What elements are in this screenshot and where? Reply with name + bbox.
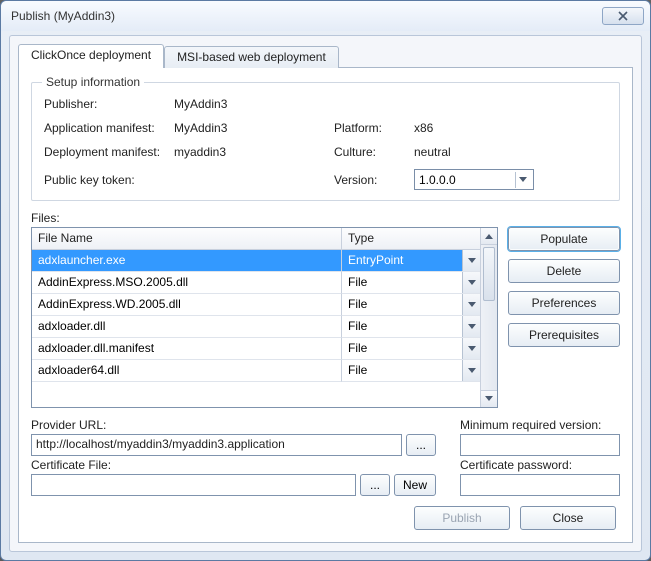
version-label: Version:: [334, 173, 414, 187]
titlebar: Publish (MyAddin3): [1, 1, 650, 31]
tabstrip: ClickOnce deployment MSI-based web deplo…: [18, 44, 633, 68]
provider-url-field: Provider URL: http://localhost/myaddin3/…: [31, 418, 436, 456]
files-table[interactable]: File Name Type adxlauncher.exeEntryPoint…: [31, 227, 498, 408]
file-type-value: File: [342, 272, 462, 293]
setup-information-group: Setup information Publisher: MyAddin3 Ap…: [31, 82, 620, 201]
window-title: Publish (MyAddin3): [11, 9, 602, 23]
certificate-password-label: Certificate password:: [460, 458, 620, 472]
table-row[interactable]: adxloader64.dllFile: [32, 360, 480, 382]
version-value: 1.0.0.0: [419, 173, 456, 187]
files-side-buttons: Populate Delete Preferences Prerequisite…: [508, 227, 620, 408]
tab-body: Setup information Publisher: MyAddin3 Ap…: [18, 67, 633, 543]
min-version-label: Minimum required version:: [460, 418, 620, 432]
depmanifest-label: Deployment manifest:: [44, 145, 174, 159]
chevron-down-icon[interactable]: [462, 338, 480, 359]
table-row[interactable]: adxloader.dllFile: [32, 316, 480, 338]
files-label: Files:: [31, 211, 620, 225]
populate-button[interactable]: Populate: [508, 227, 620, 251]
table-row[interactable]: adxloader.dll.manifestFile: [32, 338, 480, 360]
appmanifest-value: MyAddin3: [174, 121, 334, 135]
provider-url-browse-button[interactable]: ...: [406, 434, 436, 456]
publisher-label: Publisher:: [44, 97, 174, 111]
client-area: ClickOnce deployment MSI-based web deplo…: [9, 35, 642, 552]
tab-label: ClickOnce deployment: [31, 48, 151, 62]
file-type-cell[interactable]: File: [342, 272, 480, 294]
file-name-cell: adxloader.dll.manifest: [32, 338, 342, 360]
file-name-cell: adxloader.dll: [32, 316, 342, 338]
file-type-value: File: [342, 294, 462, 315]
publish-window: Publish (MyAddin3) ClickOnce deployment …: [0, 0, 651, 561]
file-type-value: File: [342, 316, 462, 337]
file-type-cell[interactable]: File: [342, 294, 480, 316]
provider-url-input[interactable]: http://localhost/myaddin3/myaddin3.appli…: [31, 434, 402, 456]
depmanifest-value: myaddin3: [174, 145, 334, 159]
file-type-cell[interactable]: File: [342, 338, 480, 360]
table-row[interactable]: adxlauncher.exeEntryPoint: [32, 250, 480, 272]
dialog-footer: Publish Close: [31, 496, 620, 532]
chevron-down-icon[interactable]: [462, 250, 480, 271]
pubkey-label: Public key token:: [44, 173, 174, 187]
scroll-down-button[interactable]: [481, 390, 497, 407]
publish-button[interactable]: Publish: [414, 506, 510, 530]
certificate-new-button[interactable]: New: [394, 474, 436, 496]
table-row[interactable]: AddinExpress.MSO.2005.dllFile: [32, 272, 480, 294]
certificate-password-field: Certificate password:: [460, 458, 620, 496]
file-type-cell[interactable]: File: [342, 360, 480, 382]
window-close-button[interactable]: [602, 7, 644, 25]
file-type-value: File: [342, 338, 462, 359]
file-name-cell: AddinExpress.MSO.2005.dll: [32, 272, 342, 294]
prerequisites-button[interactable]: Prerequisites: [508, 323, 620, 347]
setup-legend: Setup information: [42, 75, 144, 89]
lower-fields: Provider URL: http://localhost/myaddin3/…: [31, 418, 620, 496]
culture-value: neutral: [414, 145, 607, 159]
min-version-field: Minimum required version:: [460, 418, 620, 456]
file-type-cell[interactable]: EntryPoint: [342, 250, 480, 272]
version-dropdown[interactable]: 1.0.0.0: [414, 169, 534, 190]
files-rows: adxlauncher.exeEntryPointAddinExpress.MS…: [32, 250, 480, 407]
file-type-cell[interactable]: File: [342, 316, 480, 338]
scroll-thumb[interactable]: [483, 247, 495, 301]
preferences-button[interactable]: Preferences: [508, 291, 620, 315]
culture-label: Culture:: [334, 145, 414, 159]
close-icon: [618, 11, 628, 21]
publisher-value: MyAddin3: [174, 97, 334, 111]
files-header: File Name Type: [32, 228, 480, 250]
file-type-value: File: [342, 360, 462, 381]
tab-clickonce[interactable]: ClickOnce deployment: [18, 44, 164, 68]
file-name-cell: adxlauncher.exe: [32, 250, 342, 272]
file-name-cell: AddinExpress.WD.2005.dll: [32, 294, 342, 316]
min-version-input[interactable]: [460, 434, 620, 456]
scroll-track[interactable]: [481, 245, 497, 390]
certificate-file-field: Certificate File: ... New: [31, 458, 436, 496]
provider-url-label: Provider URL:: [31, 418, 436, 432]
scroll-up-button[interactable]: [481, 228, 497, 245]
header-type[interactable]: Type: [342, 228, 480, 249]
certificate-browse-button[interactable]: ...: [360, 474, 390, 496]
table-row[interactable]: AddinExpress.WD.2005.dllFile: [32, 294, 480, 316]
files-section: Files: File Name Type adxlauncher.exeEnt…: [31, 211, 620, 408]
platform-value: x86: [414, 121, 607, 135]
close-button[interactable]: Close: [520, 506, 616, 530]
appmanifest-label: Application manifest:: [44, 121, 174, 135]
file-type-value: EntryPoint: [342, 250, 462, 271]
delete-button[interactable]: Delete: [508, 259, 620, 283]
file-name-cell: adxloader64.dll: [32, 360, 342, 382]
tab-msi[interactable]: MSI-based web deployment: [164, 46, 339, 68]
certificate-password-input[interactable]: [460, 474, 620, 496]
certificate-file-input[interactable]: [31, 474, 356, 496]
chevron-down-icon: [515, 172, 529, 188]
files-scrollbar[interactable]: [480, 228, 497, 407]
tab-label: MSI-based web deployment: [177, 50, 326, 64]
certificate-file-label: Certificate File:: [31, 458, 436, 472]
header-filename[interactable]: File Name: [32, 228, 342, 249]
chevron-down-icon[interactable]: [462, 294, 480, 315]
chevron-down-icon[interactable]: [462, 316, 480, 337]
platform-label: Platform:: [334, 121, 414, 135]
chevron-down-icon[interactable]: [462, 272, 480, 293]
chevron-down-icon[interactable]: [462, 360, 480, 381]
